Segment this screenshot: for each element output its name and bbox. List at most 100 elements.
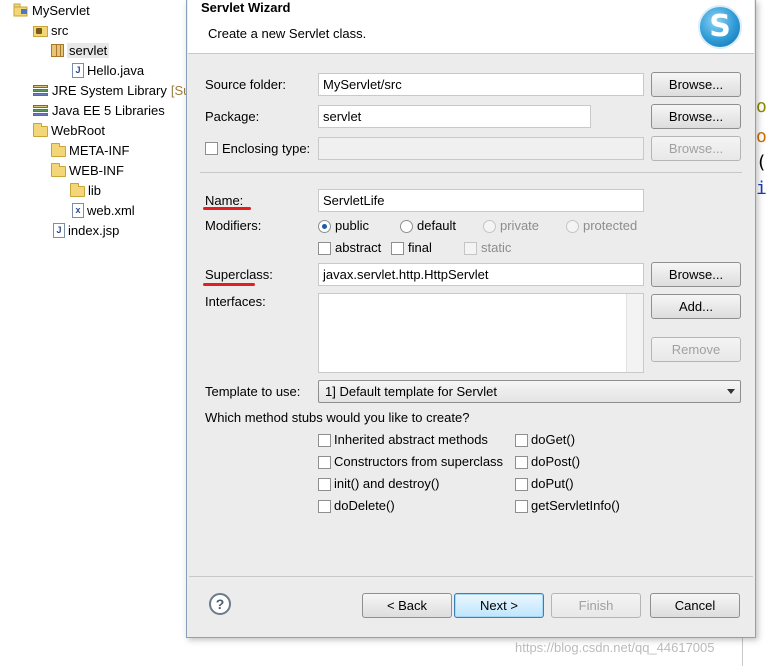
modifier-protected-radio[interactable] [566,220,579,233]
superclass-browse-button[interactable]: Browse... [651,262,741,287]
template-label: Template to use: [205,384,301,399]
cancel-button[interactable]: Cancel [650,593,740,618]
java-file-icon: J [72,62,84,78]
tree-item-hello-java[interactable]: J Hello.java [70,61,144,79]
wizard-logo-icon: S [698,5,742,49]
modifier-default-radio[interactable] [400,220,413,233]
tree-item-myservlet[interactable]: MyServlet [13,1,90,19]
dialog-subtitle: Create a new Servlet class. [208,26,367,41]
tree-item-label: src [51,22,69,38]
modifier-public-radio[interactable] [318,220,331,233]
abstract-checkbox[interactable] [318,242,331,255]
stub-doput-checkbox[interactable] [515,478,528,491]
enclosing-type-browse-button[interactable]: Browse... [651,136,741,161]
library-icon [33,104,49,118]
stub-constructors-label: Constructors from superclass [334,454,504,469]
superclass-label: Superclass: [205,267,273,282]
tree-item-label: Hello.java [87,62,145,78]
stub-doput-label: doPut() [531,476,574,491]
dialog-title: Servlet Wizard [201,0,291,15]
stub-dodelete-label: doDelete() [334,498,395,513]
modifier-private-label: private [500,218,540,233]
abstract-label: abstract [335,240,382,255]
tree-item-label: WebRoot [51,122,105,138]
next-button[interactable]: Next > [454,593,544,618]
tree-item-label: index.jsp [68,222,120,238]
source-folder-icon [33,26,48,37]
package-field[interactable]: servlet [318,105,591,128]
tree-item-label: WEB-INF [69,162,124,178]
stub-constructors-checkbox[interactable] [318,456,331,469]
tree-item-label: servlet [67,42,110,58]
tree-item-web-xml[interactable]: x web.xml [70,201,135,219]
interfaces-list[interactable] [318,293,644,373]
footer-separator [189,576,753,577]
enclosing-type-field[interactable] [318,137,644,160]
final-checkbox[interactable] [391,242,404,255]
jsp-file-icon: J [53,222,65,238]
tree-item-label: MyServlet [32,2,90,18]
folder-icon [51,163,66,177]
modifier-private-radio[interactable] [483,220,496,233]
folder-icon [51,143,66,157]
stub-init-destroy-checkbox[interactable] [318,478,331,491]
editor-glyph: o [756,126,767,147]
tree-item-src[interactable]: src [33,21,68,39]
finish-button[interactable]: Finish [551,593,641,618]
stub-doget-label: doGet() [531,432,576,447]
chevron-down-icon [727,389,735,394]
interfaces-label: Interfaces: [205,294,266,309]
stub-doget-checkbox[interactable] [515,434,528,447]
folder-icon [33,123,48,137]
stub-getservletinfo-label: getServletInfo() [531,498,620,513]
project-icon [13,3,29,17]
stub-dopost-label: doPost() [531,454,581,469]
library-icon [33,84,49,98]
folder-icon [70,183,85,197]
dialog-body: Source folder: MyServlet/src Browse... P… [188,55,754,580]
tree-item-label: Java EE 5 Libraries [52,102,165,118]
package-browse-button[interactable]: Browse... [651,104,741,129]
servlet-wizard-dialog: Servlet Wizard Create a new Servlet clas… [186,0,756,638]
tree-item-jre-system-library[interactable]: JRE System Library [Su [33,81,190,99]
static-checkbox[interactable] [464,242,477,255]
red-annotation-underline [203,283,255,286]
stub-dopost-checkbox[interactable] [515,456,528,469]
source-folder-browse-button[interactable]: Browse... [651,72,741,97]
add-interface-button[interactable]: Add... [651,294,741,319]
enclosing-type-label: Enclosing type: [222,141,311,156]
tree-item-java-ee-libraries[interactable]: Java EE 5 Libraries [33,101,165,119]
red-annotation-underline [203,207,251,210]
tree-item-servlet[interactable]: servlet [51,41,110,59]
tree-item-label: META-INF [69,142,130,158]
editor-glyph: o [756,96,767,117]
tree-item-webroot[interactable]: WebRoot [33,121,105,139]
template-select[interactable]: 1] Default template for Servlet [318,380,741,403]
stub-getservletinfo-checkbox[interactable] [515,500,528,513]
package-icon [51,44,64,57]
static-label: static [481,240,512,255]
tree-item-lib[interactable]: lib [70,181,101,199]
remove-interface-button[interactable]: Remove [651,337,741,362]
superclass-field[interactable]: javax.servlet.http.HttpServlet [318,263,644,286]
stub-init-destroy-label: init() and destroy() [334,476,440,491]
final-label: final [408,240,432,255]
name-field[interactable]: ServletLife [318,189,644,212]
enclosing-type-checkbox[interactable] [205,142,218,155]
modifier-default-label: default [417,218,457,233]
project-explorer: MyServlet src servlet J Hello.java JRE S… [0,0,190,666]
stub-inherited-checkbox[interactable] [318,434,331,447]
help-icon[interactable]: ? [209,593,231,615]
template-select-value: 1] Default template for Servlet [325,384,497,399]
section-separator [200,172,742,173]
editor-glyph: ( [756,152,767,173]
stub-dodelete-checkbox[interactable] [318,500,331,513]
name-label: Name: [205,193,244,208]
tree-item-web-inf[interactable]: WEB-INF [51,161,124,179]
modifiers-label: Modifiers: [205,218,262,233]
tree-item-meta-inf[interactable]: META-INF [51,141,129,159]
watermark-text: https://blog.csdn.net/qq_44617005 [515,640,715,655]
tree-item-index-jsp[interactable]: J index.jsp [51,221,119,239]
source-folder-field[interactable]: MyServlet/src [318,73,644,96]
back-button[interactable]: < Back [362,593,452,618]
